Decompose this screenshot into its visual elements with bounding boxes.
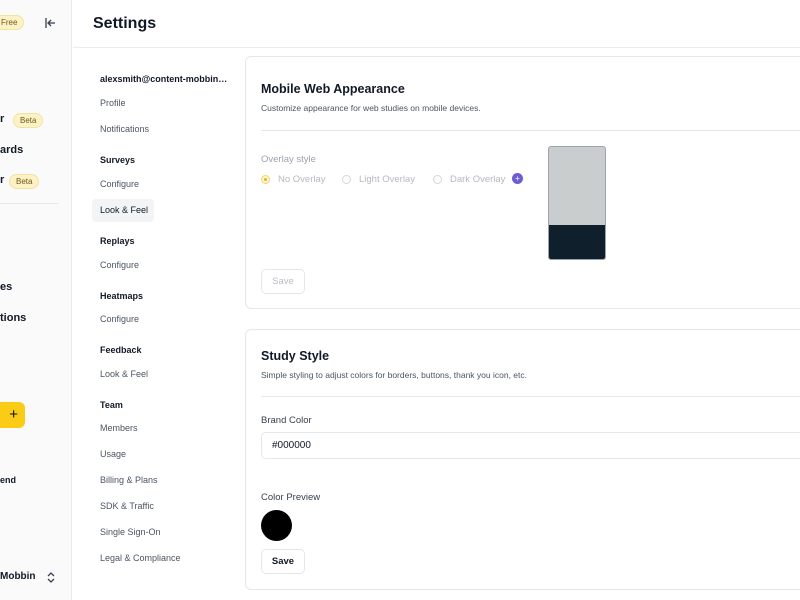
page-title: Settings	[93, 15, 157, 32]
nav-item-sdk-traffic[interactable]: SDK & Traffic	[100, 501, 154, 511]
nav-item-surveys-configure[interactable]: Configure	[100, 179, 139, 189]
color-preview-label: Color Preview	[261, 492, 321, 503]
mobile-appearance-card: Mobile Web Appearance Customize appearan…	[245, 56, 800, 309]
nav-heading-replays: Replays	[100, 236, 135, 246]
nav-item-single-sign-on[interactable]: Single Sign-On	[100, 527, 161, 537]
radio-label: No Overlay	[278, 174, 326, 185]
card-title: Mobile Web Appearance	[261, 82, 405, 96]
radio-no-overlay[interactable]: No Overlay	[261, 174, 326, 185]
nav-heading-surveys: Surveys	[100, 155, 136, 165]
save-button[interactable]: Save	[261, 549, 305, 574]
sidebar-item-1[interactable]: r	[0, 113, 4, 125]
nav-item-members[interactable]: Members	[100, 423, 138, 433]
card-title: Study Style	[261, 349, 330, 363]
collapse-sidebar-icon[interactable]	[43, 16, 57, 30]
sidebar-divider	[0, 203, 58, 204]
nav-item-billing-plans[interactable]: Billing & Plans	[100, 475, 158, 485]
sidebar-item-5[interactable]: tions	[0, 312, 26, 324]
sidebar-item-4[interactable]: es	[0, 281, 12, 293]
radio-dark-overlay[interactable]: Dark Overlay	[433, 174, 505, 185]
radio-label: Dark Overlay	[450, 174, 506, 185]
card-divider	[261, 130, 800, 131]
account-email: alexsmith@content-mobbin.c...	[100, 74, 228, 84]
sidebar-item-6[interactable]: end	[0, 475, 16, 485]
nav-item-notifications[interactable]: Notifications	[100, 124, 149, 134]
nav-item-feedback-look-feel[interactable]: Look & Feel	[100, 369, 148, 379]
save-button[interactable]: Save	[261, 269, 305, 294]
nav-heading-feedback: Feedback	[100, 345, 142, 355]
card-divider	[261, 396, 800, 397]
add-button[interactable]: +	[0, 402, 25, 428]
info-icon[interactable]: +	[512, 173, 523, 184]
nav-heading-team: Team	[100, 400, 123, 410]
account-name[interactable]: Mobbin	[0, 571, 36, 582]
sidebar-item-2[interactable]: ards	[0, 144, 23, 156]
nav-item-replays-configure[interactable]: Configure	[100, 260, 139, 270]
nav-item-heatmaps-configure[interactable]: Configure	[100, 314, 139, 324]
card-description: Simple styling to adjust colors for bord…	[261, 370, 527, 380]
app-sidebar: Free r Beta ards r Beta es tions + end M…	[0, 0, 72, 600]
brand-color-label: Brand Color	[261, 415, 312, 426]
nav-item-usage[interactable]: Usage	[100, 449, 126, 459]
beta-badge: Beta	[13, 113, 44, 128]
radio-label: Light Overlay	[359, 174, 415, 185]
nav-item-surveys-look-feel[interactable]: Look & Feel	[100, 205, 148, 215]
card-description: Customize appearance for web studies on …	[261, 103, 481, 113]
header-divider	[73, 47, 800, 48]
nav-item-legal-compliance[interactable]: Legal & Compliance	[100, 553, 181, 563]
radio-light-overlay[interactable]: Light Overlay	[342, 174, 415, 185]
nav-item-profile[interactable]: Profile	[100, 98, 126, 108]
overlay-style-label: Overlay style	[261, 154, 316, 165]
brand-color-input[interactable]: #000000	[261, 432, 800, 459]
radio-indicator[interactable]	[342, 175, 351, 184]
study-style-card: Study Style Simple styling to adjust col…	[245, 329, 800, 590]
color-preview-swatch	[261, 510, 292, 541]
phone-preview	[548, 146, 606, 260]
nav-heading-heatmaps: Heatmaps	[100, 291, 144, 301]
radio-indicator[interactable]	[261, 175, 270, 184]
beta-badge: Beta	[9, 174, 40, 189]
phone-preview-bottom	[549, 225, 605, 259]
plan-badge: Free	[0, 15, 25, 30]
radio-indicator[interactable]	[433, 175, 442, 184]
chevron-up-down-icon[interactable]	[46, 571, 56, 584]
sidebar-item-3[interactable]: r	[0, 174, 4, 186]
